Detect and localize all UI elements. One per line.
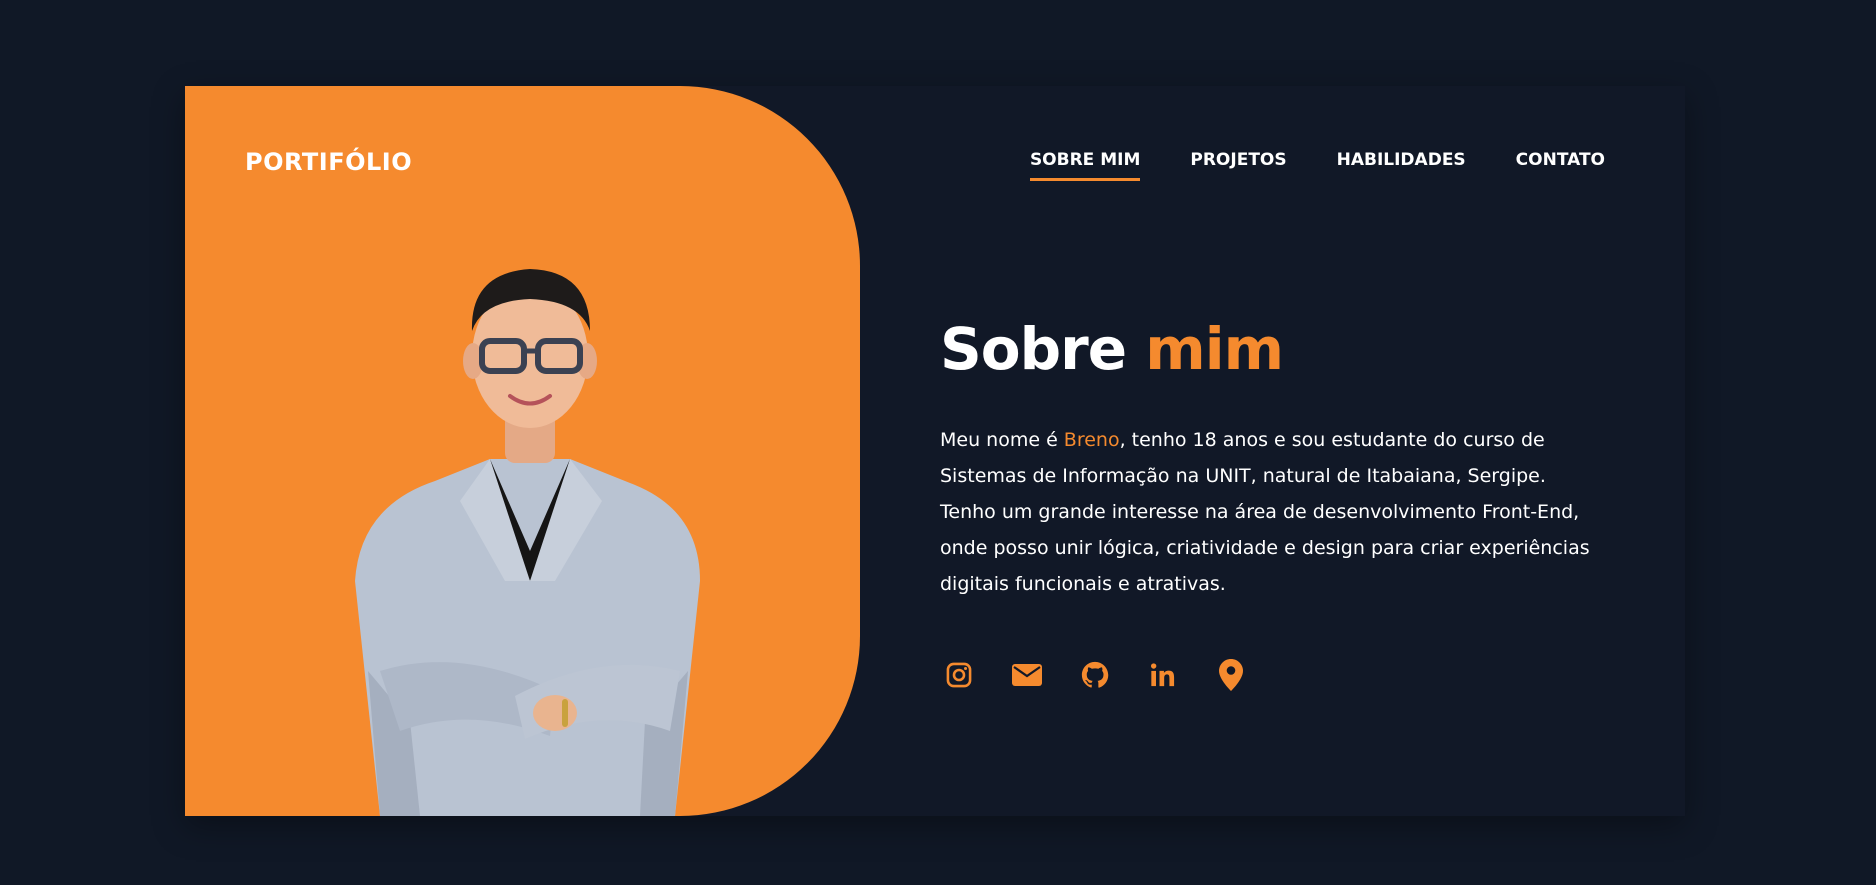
bio-name: Breno: [1063, 428, 1120, 451]
email-icon: [1012, 663, 1042, 686]
page-title: Sobre mim: [940, 315, 1590, 383]
bio-paragraph: Meu nome é Breno, tenho 18 anos e sou es…: [940, 422, 1590, 602]
instagram-icon: [946, 662, 972, 688]
bio-suffix: , tenho 18 anos e sou estudante do curso…: [940, 428, 1590, 595]
linkedin-icon: [1150, 663, 1175, 686]
title-accent: mim: [1145, 315, 1284, 383]
profile-photo: [355, 269, 700, 816]
email-link[interactable]: [1008, 656, 1046, 694]
bio-prefix: Meu nome é: [940, 428, 1064, 451]
hero-photo-panel: PORTIFÓLIO: [185, 86, 860, 816]
site-logo[interactable]: PORTIFÓLIO: [245, 148, 412, 176]
social-links: [940, 656, 1590, 694]
location-pin-icon: [1219, 658, 1243, 691]
nav-contato[interactable]: CONTATO: [1516, 150, 1605, 181]
location-link[interactable]: [1212, 656, 1250, 694]
main-nav: SOBRE MIM PROJETOS HABILIDADES CONTATO: [1029, 150, 1605, 181]
linkedin-link[interactable]: [1144, 656, 1182, 694]
about-section: Sobre mim Meu nome é Breno, tenho 18 ano…: [940, 315, 1590, 694]
github-link[interactable]: [1076, 656, 1114, 694]
nav-habilidades[interactable]: HABILIDADES: [1337, 150, 1466, 181]
nav-projetos[interactable]: PROJETOS: [1190, 150, 1286, 181]
nav-sobre-mim[interactable]: SOBRE MIM: [1029, 150, 1141, 181]
title-main: Sobre: [940, 315, 1127, 383]
instagram-link[interactable]: [940, 656, 978, 694]
portfolio-card: PORTIFÓLIO SOBRE MIM PROJETOS HABILIDADE…: [185, 86, 1685, 816]
github-icon: [1081, 661, 1109, 688]
